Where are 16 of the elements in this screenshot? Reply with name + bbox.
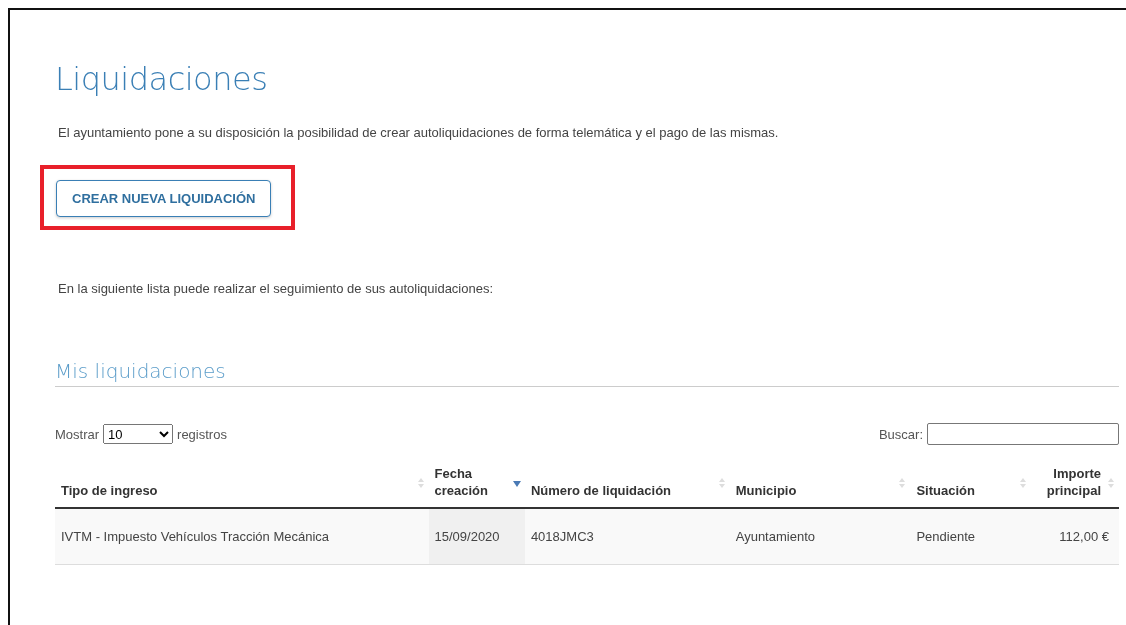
table-cell: Ayuntamiento <box>735 529 815 544</box>
intro-text: El ayuntamiento pone a su disposición la posibilidad de crear autoliquidaciones de forma telemática y el pago de las mismas. <box>58 124 780 141</box>
table-cell: 4018JMC3 <box>530 529 594 544</box>
table-cell-text: 112,00 € <box>1059 529 1110 544</box>
records-label: registros <box>177 426 227 442</box>
search-field[interactable] <box>927 423 1119 445</box>
table-cell: 15/09/2020 <box>434 529 500 544</box>
page-size-select[interactable]: 10 <box>103 424 174 444</box>
show-label: Mostrar <box>55 426 100 442</box>
page-title: Liquidaciones <box>55 60 269 98</box>
section-title: Mis liquidaciones <box>55 359 1119 387</box>
table-cell: Pendiente <box>916 529 975 544</box>
search-label: Buscar: <box>878 426 923 442</box>
create-button[interactable]: CREAR NUEVA LIQUIDACIÓN <box>56 180 272 217</box>
table-cell: IVTM - Impuesto Vehículos Tracción Mecánica <box>61 529 330 544</box>
list-intro-text: En la siguiente lista puede realizar el seguimiento de sus autoliquidaciones: <box>58 280 495 297</box>
